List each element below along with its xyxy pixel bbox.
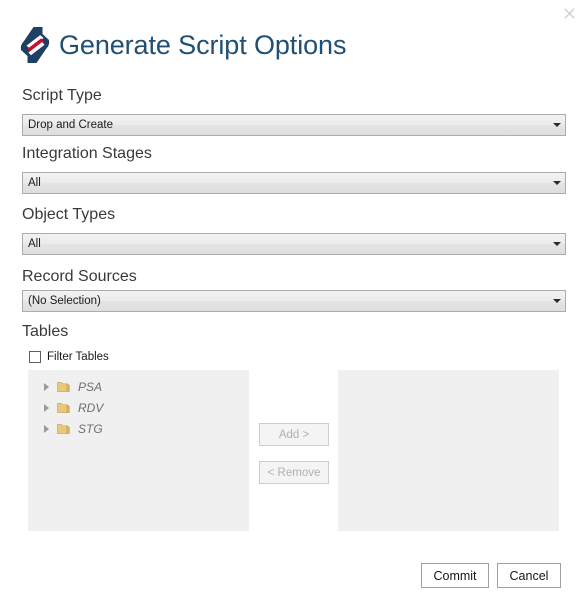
folder-icon — [57, 422, 70, 435]
dialog-title: Generate Script Options — [59, 29, 347, 60]
integration-stages-value: All — [28, 177, 41, 189]
add-button[interactable]: Add > — [259, 423, 329, 446]
dialog-header: Generate Script Options — [20, 24, 346, 66]
filter-tables-checkbox-row[interactable]: Filter Tables — [29, 351, 109, 363]
object-types-value: All — [28, 238, 41, 250]
integration-stages-combobox[interactable]: All — [22, 172, 566, 194]
label-record-sources: Record Sources — [22, 268, 137, 285]
close-button[interactable] — [556, 2, 582, 24]
commit-button[interactable]: Commit — [421, 563, 489, 588]
chevron-down-icon — [548, 123, 565, 127]
tree-node-label: STG — [78, 421, 103, 436]
close-icon — [563, 7, 575, 19]
object-types-combobox[interactable]: All — [22, 233, 566, 255]
remove-button[interactable]: < Remove — [259, 461, 329, 484]
tree-node[interactable]: RDV — [28, 397, 249, 418]
record-sources-value: (No Selection) — [28, 295, 101, 307]
label-script-type: Script Type — [22, 87, 102, 104]
chevron-down-icon — [548, 299, 565, 303]
cancel-button[interactable]: Cancel — [497, 563, 561, 588]
available-tables-tree[interactable]: PSA RDV STG — [28, 370, 249, 531]
label-integration-stages: Integration Stages — [22, 145, 152, 162]
tree-node-label: PSA — [78, 379, 103, 394]
chevron-down-icon — [548, 242, 565, 246]
chevron-down-icon — [548, 181, 565, 185]
script-type-combobox[interactable]: Drop and Create — [22, 114, 566, 136]
tables-section-heading: Tables — [22, 323, 69, 340]
chevron-right-icon[interactable] — [39, 403, 53, 412]
tree-node-label: RDV — [78, 400, 104, 415]
tree-node[interactable]: STG — [28, 418, 249, 439]
filter-tables-checkbox[interactable] — [29, 351, 41, 363]
script-type-value: Drop and Create — [28, 119, 114, 131]
tree-node[interactable]: PSA — [28, 376, 249, 397]
record-sources-combobox[interactable]: (No Selection) — [22, 290, 566, 312]
chevron-right-icon[interactable] — [39, 424, 53, 433]
label-object-types: Object Types — [22, 206, 116, 223]
data-vault-logo-icon — [20, 27, 50, 63]
filter-tables-label: Filter Tables — [47, 351, 109, 363]
selected-tables-list[interactable] — [338, 370, 559, 531]
chevron-right-icon[interactable] — [39, 382, 53, 391]
folder-icon — [57, 380, 70, 393]
folder-icon — [57, 401, 70, 414]
